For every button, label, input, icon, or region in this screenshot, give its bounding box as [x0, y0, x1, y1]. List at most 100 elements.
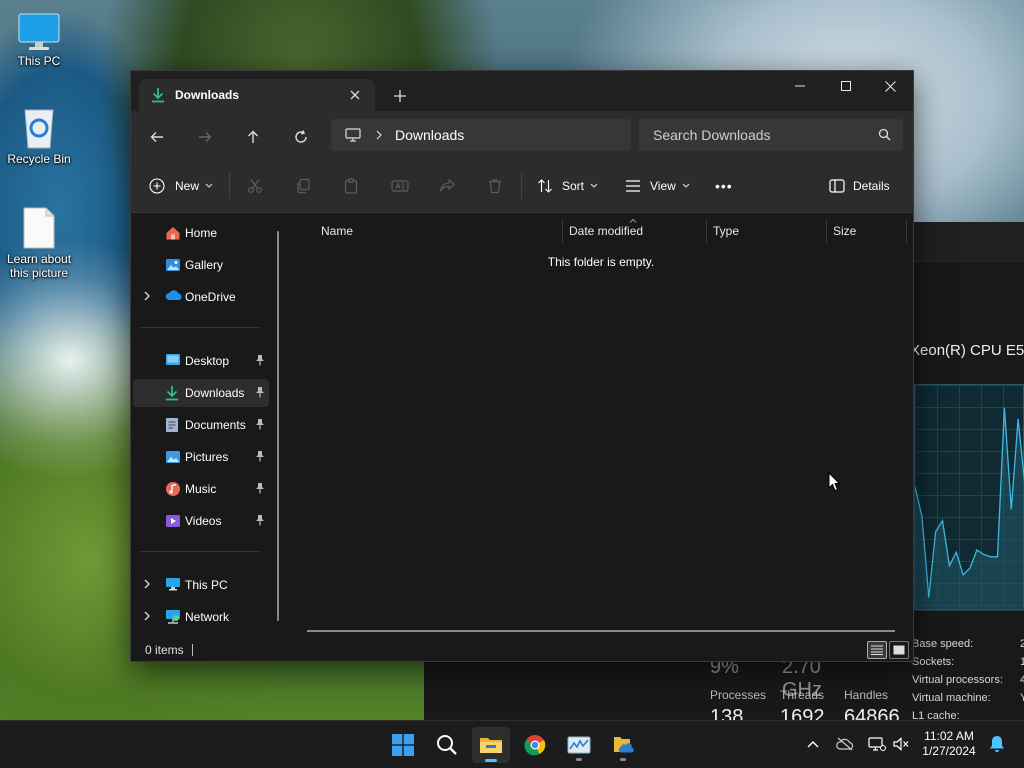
horizontal-scrollbar[interactable] [307, 630, 895, 632]
notifications-button[interactable] [986, 733, 1008, 755]
details-label: Details [853, 179, 890, 193]
spec-label: Base speed: [912, 638, 974, 650]
show-hidden-icons-button[interactable] [802, 733, 824, 755]
details-pane-icon [829, 179, 845, 193]
cloud-offline-icon [836, 737, 854, 751]
search-placeholder: Search Downloads [653, 127, 771, 143]
task-manager-taskbar-button[interactable] [560, 727, 598, 763]
cpu-graph-area [915, 407, 1024, 611]
item-count: 0 items [145, 643, 184, 657]
spec-label: L1 cache: [912, 710, 960, 720]
sidebar-item-this-pc[interactable]: This PC [133, 571, 269, 599]
new-tab-button[interactable] [387, 83, 413, 109]
file-manager-taskbar-button[interactable] [604, 727, 642, 763]
windows-logo-icon [392, 734, 414, 756]
refresh-button[interactable] [287, 123, 315, 151]
music-folder-icon [165, 481, 181, 497]
folder-icon [480, 738, 502, 753]
forward-button[interactable] [191, 123, 219, 151]
chevron-right-icon [375, 130, 383, 140]
search-button[interactable] [428, 727, 466, 763]
large-icons-view-button[interactable] [889, 641, 909, 659]
column-header-size[interactable]: Size [833, 219, 856, 243]
task-manager-icon [567, 736, 591, 754]
arrow-left-icon [150, 132, 163, 142]
taskbar-clock[interactable]: 11:02 AM 1/27/2024 [914, 729, 984, 759]
spec-value: Y [1020, 692, 1024, 704]
breadcrumb[interactable]: Downloads [395, 127, 464, 143]
sort-label: Sort [562, 179, 585, 193]
desktop-icon-recycle-bin[interactable]: Recycle Bin [1, 106, 77, 166]
chevron-right-icon[interactable] [143, 610, 155, 624]
search-icon [878, 128, 891, 141]
refresh-icon [295, 130, 307, 143]
close-window-button[interactable] [867, 71, 913, 101]
more-options-button[interactable]: ••• [715, 171, 733, 201]
search-input[interactable]: Search Downloads [639, 119, 903, 151]
onedrive-icon [165, 289, 182, 305]
share-button[interactable] [439, 171, 455, 201]
sidebar-item-gallery[interactable]: Gallery [133, 251, 269, 279]
desktop-folder-icon [165, 353, 181, 369]
network-tray-button[interactable] [866, 733, 888, 755]
start-button[interactable] [384, 727, 422, 763]
sort-icon [538, 179, 552, 193]
address-field[interactable]: Downloads [331, 119, 631, 151]
pin-icon [255, 450, 267, 462]
delete-button[interactable] [487, 171, 503, 201]
sidebar-item-desktop[interactable]: Desktop [133, 347, 269, 375]
chevron-right-icon[interactable] [143, 290, 155, 304]
sidebar-item-onedrive[interactable]: OneDrive [133, 283, 269, 311]
column-header-name[interactable]: Name [321, 219, 353, 243]
pin-icon [255, 482, 267, 494]
nav-scrollbar[interactable] [277, 231, 279, 621]
back-button[interactable] [143, 123, 171, 151]
details-pane-button[interactable]: Details [829, 171, 890, 201]
more-icon: ••• [715, 178, 733, 194]
computer-icon [345, 128, 361, 142]
this-pc-icon [165, 577, 181, 593]
maximize-button[interactable] [823, 71, 869, 101]
close-tab-button[interactable] [345, 85, 365, 105]
rename-button[interactable] [391, 171, 409, 201]
column-header-date-modified[interactable]: Date modified [569, 219, 643, 243]
pin-icon [255, 514, 267, 526]
sidebar-item-network[interactable]: Network [133, 603, 269, 631]
sidebar-item-pictures[interactable]: Pictures [133, 443, 269, 471]
column-header-type[interactable]: Type [713, 219, 739, 243]
copy-button[interactable] [295, 171, 311, 201]
tab-downloads[interactable]: Downloads [139, 79, 375, 111]
up-button[interactable] [239, 123, 267, 151]
desktop-icon-label: Recycle Bin [7, 152, 71, 166]
plus-icon [394, 90, 406, 102]
chrome-taskbar-button[interactable] [516, 727, 554, 763]
sidebar-item-music[interactable]: Music [133, 475, 269, 503]
column-divider [906, 219, 907, 243]
volume-tray-button[interactable] [890, 733, 912, 755]
new-button[interactable]: New [149, 171, 213, 201]
view-button[interactable]: View [625, 171, 690, 201]
chevron-right-icon[interactable] [143, 578, 155, 592]
folder-cloud-icon [614, 737, 634, 753]
sidebar-item-videos[interactable]: Videos [133, 507, 269, 535]
sidebar-item-documents[interactable]: Documents [133, 411, 269, 439]
sort-button[interactable]: Sort [537, 171, 598, 201]
minimize-icon [795, 85, 805, 87]
running-indicator [576, 758, 582, 761]
sidebar-item-downloads[interactable]: Downloads [133, 379, 269, 407]
file-explorer-taskbar-button[interactable] [472, 727, 510, 763]
minimize-button[interactable] [777, 71, 823, 101]
desktop-icon-learn-about-picture[interactable]: Learn about this picture [1, 206, 77, 280]
onedrive-tray-button[interactable] [834, 733, 856, 755]
details-view-icon [871, 645, 883, 655]
cut-button[interactable] [247, 171, 263, 201]
handles-value: 64866 [844, 706, 900, 720]
clipboard-icon [344, 178, 358, 194]
gallery-icon [165, 257, 181, 273]
processes-label: Processes [710, 688, 767, 702]
desktop-icon-this-pc[interactable]: This PC [1, 12, 77, 68]
details-view-button[interactable] [867, 641, 887, 659]
sidebar-item-home[interactable]: Home [133, 219, 269, 247]
spec-label: Sockets: [912, 656, 955, 668]
paste-button[interactable] [343, 171, 359, 201]
